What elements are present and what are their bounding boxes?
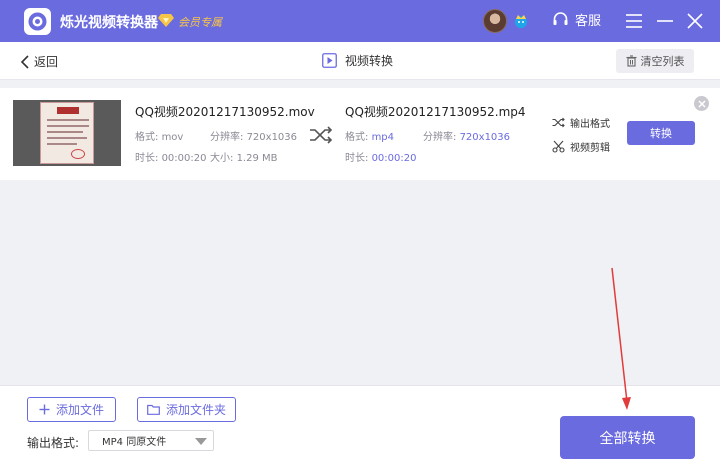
video-edit-label: 视频剪辑 (570, 143, 610, 154)
output-duration-value: 00:00:20 (371, 153, 417, 164)
output-format-option[interactable]: 输出格式 (552, 115, 610, 130)
source-format-value: mov (161, 132, 184, 143)
output-duration-label: 时长: (345, 153, 369, 164)
chevron-down-icon (195, 438, 207, 445)
output-file-name: QQ视频20201217130952.mp4 (345, 105, 526, 119)
folder-icon (147, 404, 160, 415)
minimize-icon[interactable] (656, 12, 674, 30)
back-button[interactable]: 返回 (20, 53, 58, 70)
clear-list-label: 清空列表 (640, 55, 685, 68)
headset-icon (553, 12, 568, 25)
video-thumbnail[interactable] (13, 100, 121, 166)
close-window-icon[interactable] (686, 12, 704, 30)
output-resolution-value: 720x1036 (459, 132, 511, 143)
output-format-value: mp4 (371, 132, 395, 143)
output-format-select[interactable]: MP4 同原文件 (88, 430, 214, 451)
page-title-label: 视频转换 (345, 54, 394, 68)
output-format-option-label: 输出格式 (570, 119, 610, 130)
video-edit-option[interactable]: 视频剪辑 (552, 139, 610, 154)
member-badge-icon[interactable] (513, 13, 529, 29)
source-resolution-value: 720x1036 (246, 132, 298, 143)
output-resolution-label: 分辨率: (423, 132, 457, 143)
page-title: 视频转换 (322, 52, 393, 69)
menu-icon[interactable] (625, 12, 643, 30)
scissors-icon (552, 140, 565, 153)
output-format-select-value: MP4 同原文件 (102, 437, 167, 448)
plus-icon (39, 404, 50, 415)
app-window: 烁光视频转换器 会员专属 客服 返回 视频转换 清空列表 QQ视频2020121… (0, 0, 720, 460)
output-format: 格式: mp4 (345, 128, 394, 143)
customer-service-button[interactable]: 客服 (552, 10, 601, 29)
nav-bar: 返回 视频转换 清空列表 (0, 42, 720, 80)
add-file-button[interactable]: 添加文件 (27, 397, 116, 422)
source-format-label: 格式: (135, 132, 159, 143)
source-size-label: 大小: (210, 153, 234, 164)
source-resolution-label: 分辨率: (210, 132, 244, 143)
back-label: 返回 (34, 55, 59, 69)
file-card: QQ视频20201217130952.mov 格式: mov 分辨率: 720x… (0, 88, 720, 180)
app-logo-icon (24, 8, 51, 35)
chevron-left-icon (20, 54, 29, 69)
add-file-label: 添加文件 (55, 403, 104, 417)
output-format-label: 格式: (345, 132, 369, 143)
vip-diamond-icon (158, 14, 174, 27)
source-size: 大小: 1.29 MB (210, 149, 278, 164)
source-resolution: 分辨率: 720x1036 (210, 128, 297, 143)
output-resolution: 分辨率: 720x1036 (423, 128, 510, 143)
convert-button[interactable]: 转换 (627, 121, 695, 145)
source-duration-value: 00:00:20 (161, 153, 207, 164)
title-bar: 烁光视频转换器 会员专属 客服 (0, 0, 720, 42)
add-folder-label: 添加文件夹 (165, 403, 226, 417)
source-duration-label: 时长: (135, 153, 159, 164)
output-format-label: 输出格式: (27, 436, 80, 450)
app-title: 烁光视频转换器 (60, 15, 158, 31)
thumbnail-document-image (40, 102, 94, 164)
video-play-icon (322, 53, 337, 68)
remove-file-button[interactable] (694, 96, 709, 111)
output-duration: 时长: 00:00:20 (345, 149, 416, 164)
source-size-value: 1.29 MB (236, 153, 278, 164)
service-label: 客服 (575, 14, 602, 29)
convert-arrow-icon (310, 126, 333, 144)
convert-all-button[interactable]: 全部转换 (560, 416, 695, 459)
shuffle-icon (552, 117, 565, 128)
clear-list-button[interactable]: 清空列表 (616, 49, 694, 73)
source-duration: 时长: 00:00:20 (135, 149, 206, 164)
trash-icon (626, 55, 636, 67)
source-file-name: QQ视频20201217130952.mov (135, 105, 315, 119)
source-format: 格式: mov (135, 128, 183, 143)
vip-label[interactable]: 会员专属 (178, 14, 222, 30)
add-folder-button[interactable]: 添加文件夹 (137, 397, 236, 422)
bottom-bar: 添加文件 添加文件夹 输出格式: MP4 同原文件 全部转换 (0, 385, 720, 460)
close-icon (697, 99, 706, 108)
user-avatar[interactable] (483, 9, 507, 33)
